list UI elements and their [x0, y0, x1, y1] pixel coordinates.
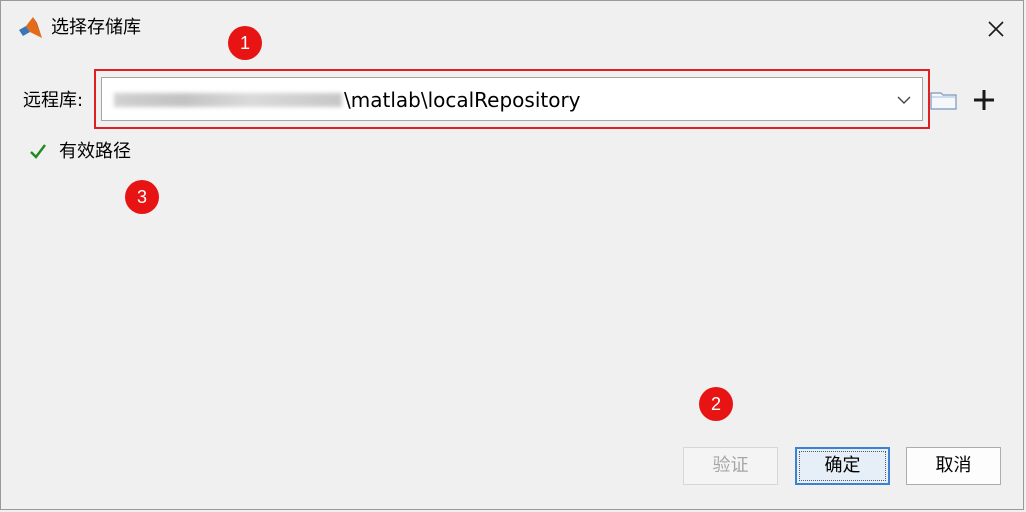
- validation-status-text: 有效路径: [59, 141, 131, 162]
- folder-icon[interactable]: [929, 89, 959, 113]
- close-icon: [988, 21, 1004, 37]
- repository-path-value: \matlab\localRepository: [344, 88, 581, 112]
- annotation-marker-3: 3: [125, 180, 159, 214]
- plus-icon[interactable]: [969, 85, 999, 115]
- chevron-down-icon[interactable]: [895, 91, 913, 109]
- title-bar: 选择存储库: [1, 1, 1025, 57]
- window-title: 选择存储库: [51, 17, 141, 38]
- remote-repository-label: 远程库:: [23, 90, 84, 111]
- checkmark-icon: [30, 144, 46, 159]
- validate-button[interactable]: 验证: [683, 447, 778, 485]
- cancel-button[interactable]: 取消: [906, 447, 1001, 485]
- annotation-marker-1: 1: [228, 26, 262, 60]
- ok-button[interactable]: 确定: [795, 447, 890, 485]
- matlab-icon: [19, 17, 42, 38]
- dialog-window: 选择存储库 远程库: \matlab\localRepository 有效路径 …: [0, 0, 1024, 510]
- annotation-marker-2: 2: [699, 387, 733, 421]
- redacted-path-prefix: [114, 93, 342, 107]
- close-button[interactable]: [973, 11, 1019, 47]
- repository-path-combobox[interactable]: \matlab\localRepository: [101, 77, 923, 121]
